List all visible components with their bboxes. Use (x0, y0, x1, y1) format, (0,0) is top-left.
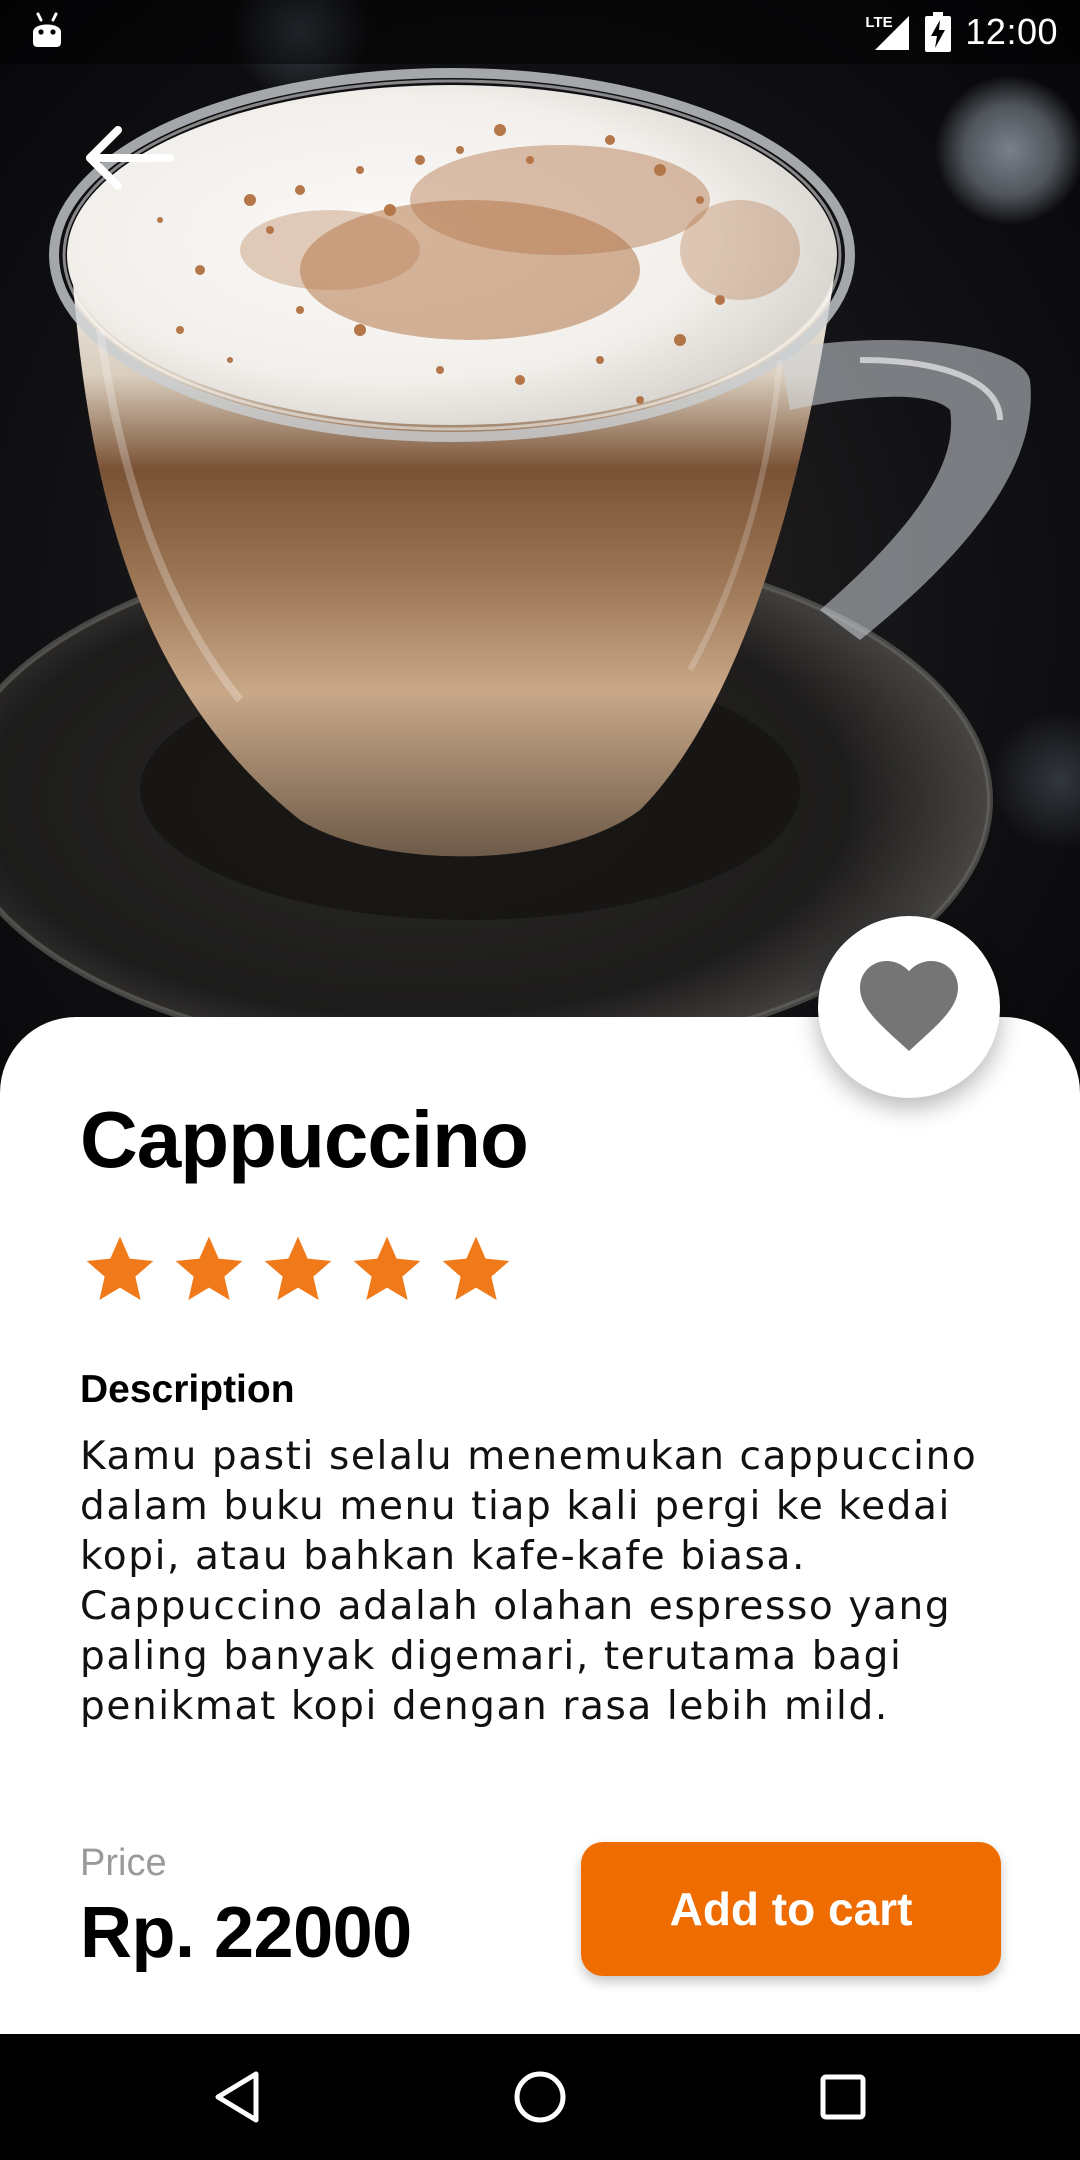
star-icon (264, 1236, 332, 1300)
price-label: Price (80, 1842, 167, 1884)
star-icon (442, 1236, 510, 1300)
square-recents-icon (820, 2074, 866, 2120)
system-navigation-bar (0, 2034, 1080, 2160)
status-indicators: LTE 12:00 (865, 8, 1058, 56)
price-value: Rp. 22000 (80, 1893, 412, 1973)
nav-back-button[interactable] (202, 2062, 272, 2132)
triangle-back-icon (215, 2071, 259, 2123)
star-icon (353, 1236, 421, 1300)
description-text: Kamu pasti selalu menemukan cappuccino d… (80, 1434, 978, 1729)
circle-home-icon (514, 2071, 566, 2123)
back-button[interactable] (78, 118, 178, 198)
nav-home-button[interactable] (505, 2062, 575, 2132)
nav-recents-button[interactable] (808, 2062, 878, 2132)
add-to-cart-button[interactable]: Add to cart (581, 1842, 1001, 1976)
battery-charging-icon (925, 12, 952, 52)
arrow-back-icon (86, 126, 174, 190)
status-bar: LTE 12:00 (0, 0, 1080, 64)
signal-icon: LTE (865, 12, 911, 52)
description-heading: Description (80, 1368, 295, 1411)
heart-icon (860, 961, 958, 1051)
star-icon (86, 1236, 154, 1300)
favorite-button[interactable] (818, 916, 1000, 1098)
product-title: Cappuccino (80, 1095, 529, 1184)
product-detail-screen: LTE 12:00 Cappuccino Description Kamu pa… (0, 0, 1080, 2160)
star-icon (175, 1236, 243, 1300)
status-time: 12:00 (965, 11, 1058, 52)
android-debug-icon (33, 12, 61, 47)
rating-stars (80, 1230, 516, 1310)
